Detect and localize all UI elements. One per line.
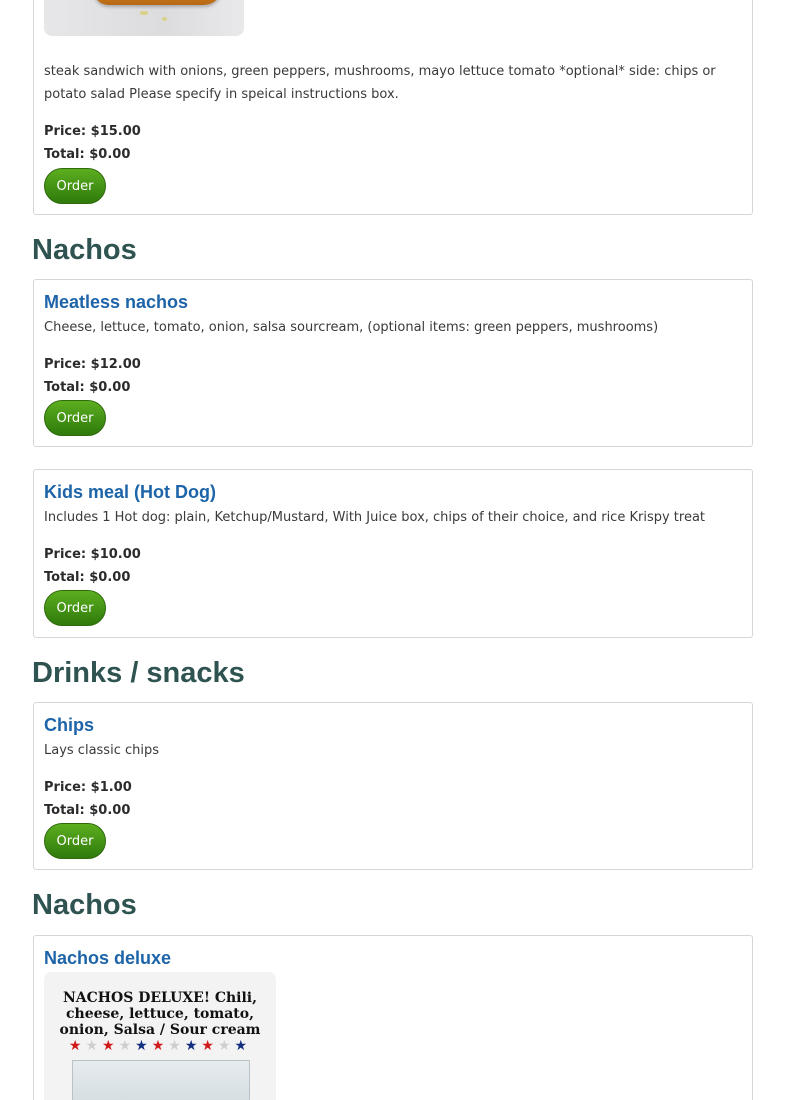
item-price: Price: $10.00 [44,547,141,562]
item-title[interactable]: Nachos deluxe [44,948,171,969]
item-price: Price: $15.00 [44,124,141,139]
item-price: Price: $1.00 [44,780,132,795]
item-price: Price: $12.00 [44,357,141,372]
order-button[interactable]: Order [44,400,106,436]
menu-item-photo: NACHOS DELUXE! Chili, cheese, lettuce, t… [44,972,276,1100]
menu-item-card: Nachos deluxe NACHOS DELUXE! Chili, chee… [33,935,753,1100]
item-title[interactable]: Chips [44,715,94,736]
item-title[interactable]: Kids meal (Hot Dog) [44,482,216,503]
item-total: Total: $0.00 [44,803,131,818]
section-heading: Nachos [32,889,137,921]
menu-page: steak sandwich with onions, green pepper… [0,0,785,1100]
order-button[interactable]: Order [44,823,106,859]
section-heading: Drinks / snacks [32,657,245,689]
food-tray-image [72,1060,250,1100]
item-description: Lays classic chips [44,743,159,758]
item-description: Includes 1 Hot dog: plain, Ketchup/Musta… [44,510,706,525]
menu-item-card: Meatless nachos Cheese, lettuce, tomato,… [33,279,753,447]
item-description: steak sandwich with onions, green pepper… [44,64,716,102]
menu-item-card: steak sandwich with onions, green pepper… [33,0,753,215]
poster-caption: NACHOS DELUXE! Chili, cheese, lettuce, t… [59,990,261,1038]
food-photo [44,0,244,36]
menu-item-card: Kids meal (Hot Dog) Includes 1 Hot dog: … [33,469,753,638]
stars-decoration: ★★★★★★★★★★★ [68,1038,252,1054]
order-button[interactable]: Order [44,590,106,626]
order-button[interactable]: Order [44,168,106,204]
item-total: Total: $0.00 [44,147,131,162]
menu-item-card: Chips Lays classic chips Price: $1.00 To… [33,702,753,870]
item-total: Total: $0.00 [44,570,131,585]
item-description: Cheese, lettuce, tomato, onion, salsa so… [44,320,659,335]
item-title[interactable]: Meatless nachos [44,292,188,313]
section-heading: Nachos [32,234,137,266]
item-total: Total: $0.00 [44,380,131,395]
